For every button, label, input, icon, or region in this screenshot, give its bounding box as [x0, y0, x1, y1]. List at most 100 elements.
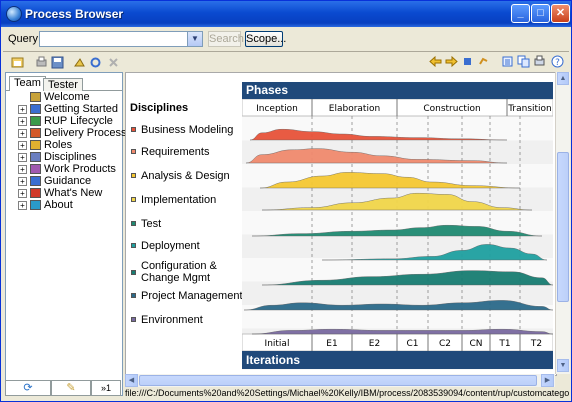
discipline-label: Test [141, 218, 162, 230]
disciplines-heading: Disciplines [130, 102, 189, 114]
back-arrow-icon[interactable] [429, 55, 442, 68]
scroll-up-arrow-icon[interactable]: ▲ [557, 72, 569, 85]
tree-item[interactable]: + About [6, 199, 122, 211]
tree-node-icon [30, 200, 41, 210]
maximize-button[interactable]: □ [531, 4, 550, 23]
discipline-bullet-icon [131, 270, 136, 275]
forward-arrow-icon[interactable] [445, 55, 458, 68]
rup-hump-chart: Inception Elaboration Construction Transiti… [242, 82, 553, 370]
refresh-tab-icon[interactable]: ⟳ [5, 380, 51, 396]
expand-icon[interactable]: + [18, 117, 27, 126]
tree-item[interactable]: + Delivery Processes [6, 127, 138, 139]
discipline-row[interactable]: Project Management [126, 286, 243, 308]
expand-icon[interactable]: + [18, 105, 27, 114]
discipline-bullet-icon [131, 243, 136, 248]
status-bar: file:///C:/Documents%20and%20Settings/Mi… [125, 387, 569, 400]
query-dropdown-arrow-icon[interactable]: ▼ [187, 32, 202, 46]
save-icon[interactable] [51, 56, 64, 69]
tree-item[interactable]: + Disciplines [6, 151, 122, 163]
refresh-icon[interactable] [477, 55, 490, 68]
expand-icon[interactable]: + [18, 201, 27, 210]
tree-node-icon [30, 104, 41, 114]
discipline-row[interactable]: Requirements [126, 142, 242, 164]
scroll-right-arrow-icon[interactable]: ▶ [541, 374, 554, 387]
search-button[interactable]: Search [208, 31, 244, 47]
print-page-icon[interactable] [533, 55, 546, 68]
vertical-scroll-thumb[interactable] [557, 152, 569, 302]
horizontal-scroll-thumb[interactable] [139, 375, 537, 386]
tree-item-label: Welcome [44, 91, 90, 103]
tree-node-icon [30, 164, 41, 174]
vertical-scrollbar[interactable]: ▲ ▼ [555, 72, 570, 374]
discipline-bullet-icon [131, 221, 136, 226]
discipline-label: Business Modeling [141, 124, 234, 136]
more-tabs-button[interactable]: »1 [91, 380, 121, 396]
tree-item-label: Roles [44, 139, 73, 151]
discipline-row[interactable]: Configuration & Change Mgmt [126, 260, 242, 284]
phase-label: Inception [256, 104, 298, 114]
iteration-label: E1 [326, 339, 337, 349]
rup-lifecycle-page: Disciplines Business Modeling Requirement… [126, 73, 554, 373]
discipline-row[interactable]: Business Modeling [126, 120, 242, 142]
expand-icon[interactable]: + [18, 141, 27, 150]
phase-label: Transition [507, 104, 552, 114]
expand-icon[interactable]: + [18, 177, 27, 186]
home-icon[interactable] [11, 56, 24, 69]
sync-toc-icon[interactable] [501, 55, 514, 68]
tree-item[interactable]: + Roles [6, 139, 122, 151]
navigator-tabs: Team Tester [6, 75, 122, 91]
discipline-row[interactable]: Test [126, 214, 242, 236]
discipline-label: Requirements [141, 146, 210, 158]
phase-label: Construction [423, 104, 480, 114]
process-browser-window: Process Browser _ □ ✕ Query: ▼ Search Sc… [0, 0, 572, 402]
iteration-label: Initial [265, 339, 290, 349]
content-panel: Disciplines Business Modeling Requirement… [125, 72, 557, 376]
minimize-button[interactable]: _ [511, 4, 530, 23]
horizontal-scrollbar[interactable]: ◀ ▶ [125, 374, 555, 387]
discipline-row[interactable]: Deployment [126, 236, 242, 258]
link-with-editor-icon[interactable] [73, 56, 86, 69]
discipline-bullet-icon [131, 149, 136, 154]
discipline-label: Configuration & Change Mgmt [141, 260, 217, 284]
tree-item[interactable]: + Work Products [6, 163, 122, 175]
stop-icon[interactable] [461, 55, 474, 68]
remove-icon[interactable] [107, 56, 120, 69]
tree-node-icon [30, 92, 41, 102]
bookmark-tab-icon[interactable]: ✎ [51, 380, 91, 396]
close-button[interactable]: ✕ [551, 4, 570, 23]
expand-icon[interactable]: + [18, 129, 27, 138]
tree-item[interactable]: Welcome [6, 91, 122, 103]
app-globe-icon [6, 6, 22, 22]
iterations-header: Iterations [242, 351, 553, 369]
discipline-label: Deployment [141, 240, 200, 252]
copy-icon[interactable] [517, 55, 530, 68]
discipline-row[interactable]: Environment [126, 310, 242, 332]
tree-item[interactable]: + RUP Lifecycle [6, 115, 122, 127]
iteration-label: C1 [406, 339, 418, 349]
sync-icon[interactable] [89, 56, 102, 69]
title-bar[interactable]: Process Browser _ □ ✕ [1, 1, 571, 27]
discipline-row[interactable]: Analysis & Design [126, 166, 242, 188]
discipline-bullet-icon [131, 127, 136, 132]
content-toolbar: ? [425, 54, 569, 70]
tree-node-icon [30, 116, 41, 126]
tree-item[interactable]: + Guidance [6, 175, 122, 187]
iteration-label: C2 [439, 339, 451, 349]
print-icon[interactable] [35, 56, 48, 69]
discipline-row[interactable]: Implementation [126, 190, 242, 212]
help-icon[interactable]: ? [551, 55, 564, 68]
scope-button[interactable]: Scope... [245, 31, 286, 47]
expand-icon[interactable]: + [18, 189, 27, 198]
tree-item[interactable]: + Getting Started [6, 103, 122, 115]
tab-tester[interactable]: Tester [43, 78, 83, 91]
expand-icon[interactable]: + [18, 165, 27, 174]
tab-team[interactable]: Team [9, 76, 46, 91]
query-input[interactable]: ▼ [39, 31, 203, 47]
tree-node-icon [30, 176, 41, 186]
iteration-label: T1 [498, 339, 510, 349]
phases-header: Phases [242, 82, 553, 99]
scroll-down-arrow-icon[interactable]: ▼ [557, 359, 569, 372]
tree-item[interactable]: + What's New [6, 187, 122, 199]
expand-icon[interactable]: + [18, 153, 27, 162]
scroll-left-arrow-icon[interactable]: ◀ [125, 374, 138, 387]
